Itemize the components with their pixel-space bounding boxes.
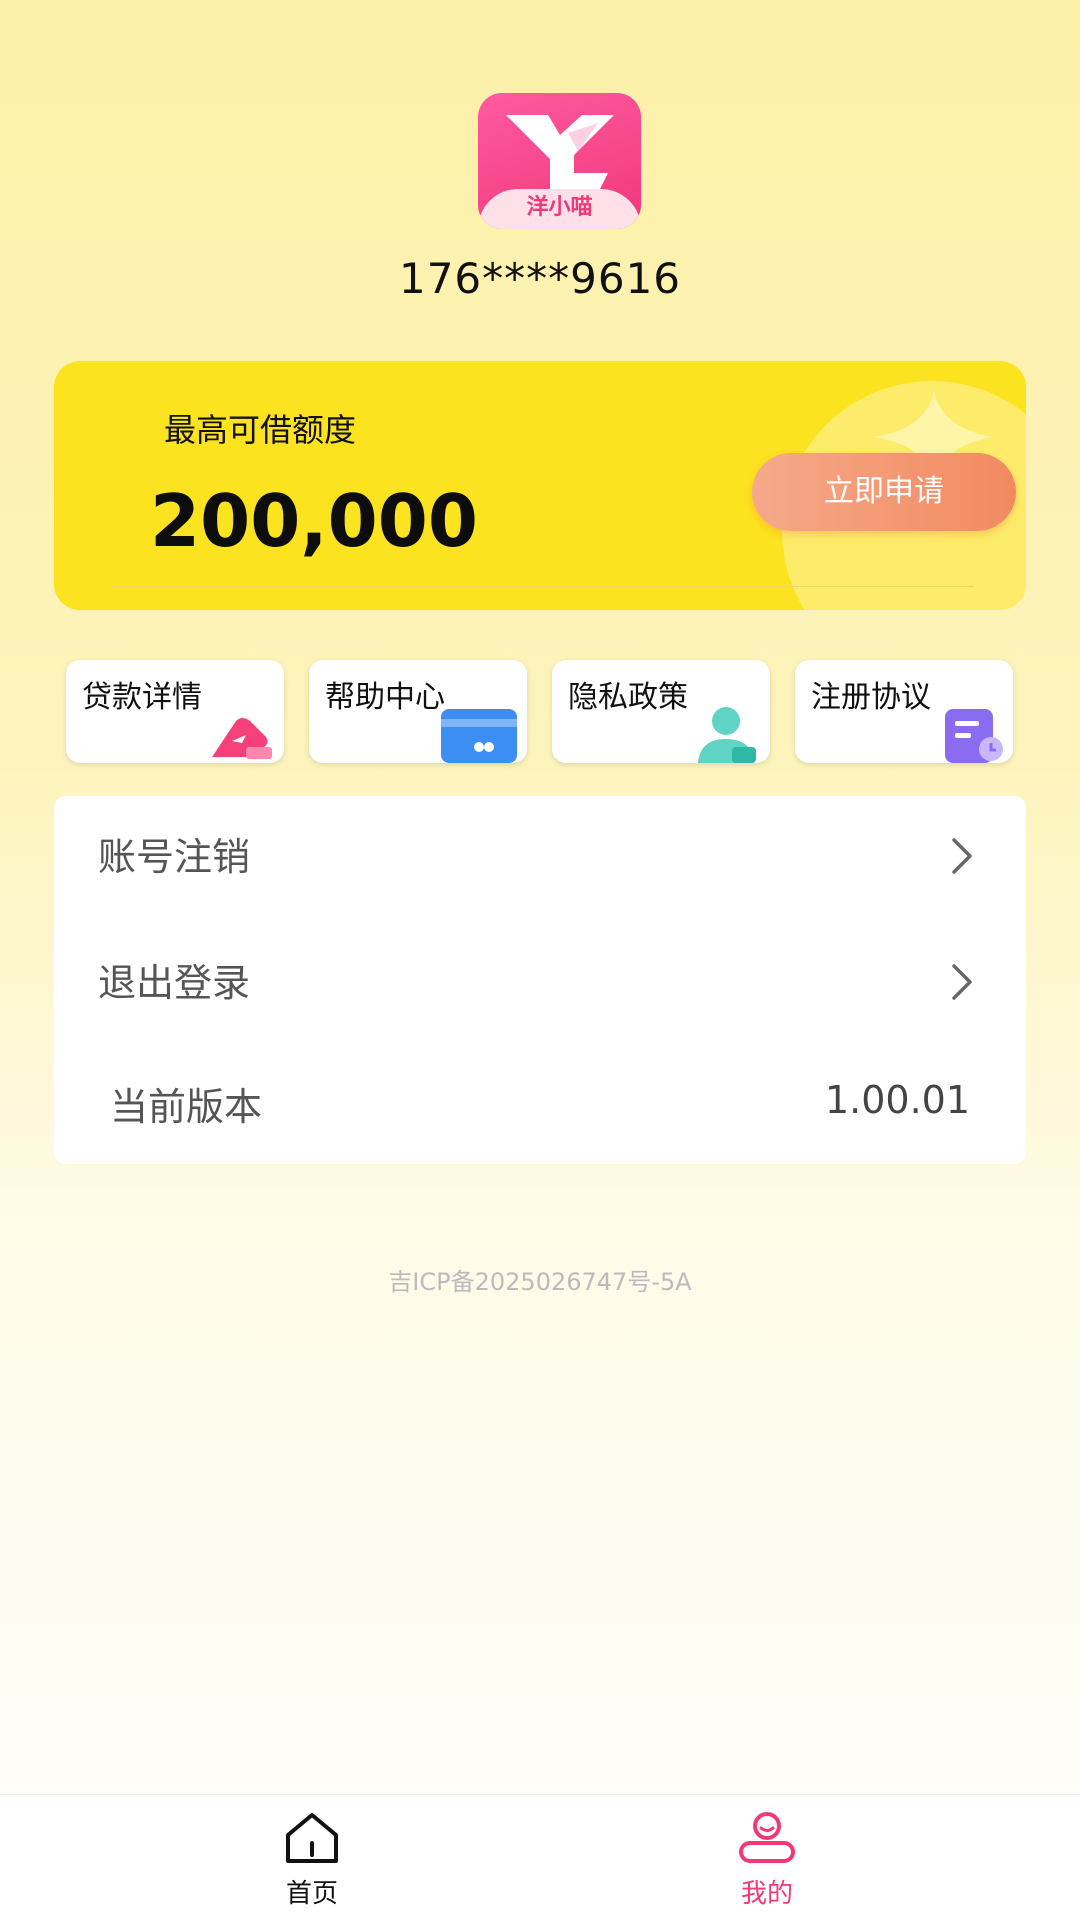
shortcut-loan-details[interactable]: 贷款详情 — [66, 660, 284, 763]
shortcut-registration-agreement[interactable]: 注册协议 — [795, 660, 1013, 763]
menu-version: 当前版本 1.00.01 — [54, 1046, 1026, 1168]
divider — [108, 586, 974, 587]
chevron-right-icon — [952, 838, 972, 874]
version-label: 当前版本 — [110, 1085, 263, 1129]
user-icon — [698, 707, 756, 763]
menu-label: 退出登录 — [98, 961, 251, 1005]
tab-label: 我的 — [740, 1879, 793, 1909]
menu-account-cancel[interactable]: 账号注销 — [54, 796, 1026, 918]
shortcut-help-center[interactable]: 帮助中心 — [309, 660, 527, 763]
chevron-right-icon — [952, 964, 972, 1000]
tab-mine[interactable]: 我的 — [707, 1811, 827, 1910]
document-clock-icon — [945, 709, 1003, 763]
card-icon — [441, 709, 517, 763]
bottom-tab-bar: 首页 我的 — [0, 1794, 1080, 1920]
shortcut-label: 隐私政策 — [568, 680, 688, 715]
shortcut-label: 贷款详情 — [82, 680, 202, 715]
quota-amount: 200,000 — [150, 479, 478, 563]
version-value: 1.00.01 — [824, 1078, 970, 1122]
icp-record: 吉ICP备2025026747号-5A — [388, 1268, 692, 1296]
shortcut-label: 帮助中心 — [325, 680, 445, 715]
app-logo: 洋小喵 — [478, 93, 641, 229]
user-phone: 176****9616 — [398, 254, 682, 303]
shortcut-privacy-policy[interactable]: 隐私政策 — [552, 660, 770, 763]
shortcut-label: 注册协议 — [811, 680, 931, 715]
settings-list: 账号注销 退出登录 当前版本 1.00.01 — [54, 796, 1026, 1164]
menu-label: 账号注销 — [98, 835, 251, 879]
wallet-icon — [212, 718, 272, 759]
quota-card: 最高可借额度 200,000 立即申请 — [54, 361, 1026, 610]
quota-label: 最高可借额度 — [164, 411, 357, 449]
tab-home[interactable]: 首页 — [252, 1811, 372, 1910]
logo-caption: 洋小喵 — [478, 189, 641, 229]
menu-logout[interactable]: 退出登录 — [54, 922, 1026, 1044]
tab-label: 首页 — [285, 1879, 338, 1909]
profile-icon — [739, 1812, 795, 1863]
home-icon — [286, 1813, 338, 1863]
apply-now-button[interactable]: 立即申请 — [752, 453, 1016, 531]
